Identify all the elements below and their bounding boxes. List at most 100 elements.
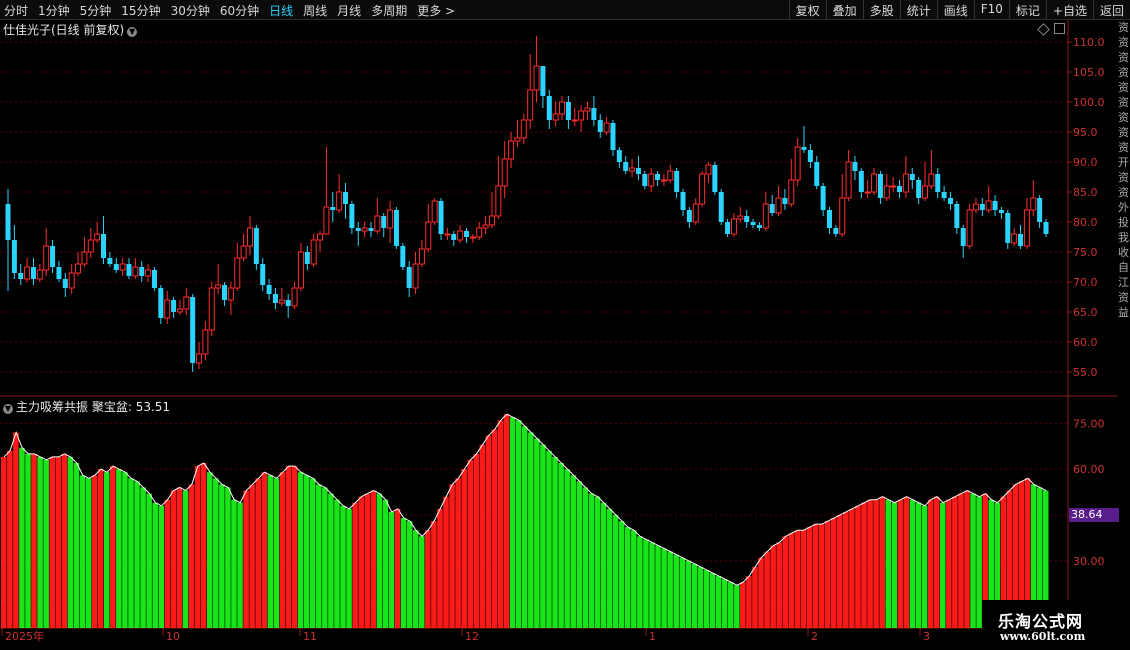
indicator-bar bbox=[522, 426, 528, 628]
candle-body bbox=[438, 201, 444, 234]
toolbar-button-7[interactable]: +自选 bbox=[1045, 0, 1093, 19]
indicator-bar bbox=[891, 502, 898, 628]
indicator-bar bbox=[667, 551, 673, 628]
kline-chart[interactable]: 110.0 105.0 100.0 95.0 90.0 85.0 80.0 75.0 70.0 6… bbox=[0, 20, 1118, 650]
candle-body bbox=[246, 227, 253, 247]
candle-body bbox=[546, 96, 552, 120]
period-tab-1[interactable]: 1分钟 bbox=[38, 2, 70, 19]
toolbar-button-4[interactable]: 画线 bbox=[936, 0, 974, 19]
indicator-bar bbox=[267, 475, 274, 628]
candle-body bbox=[330, 207, 336, 210]
candle-body bbox=[686, 210, 692, 222]
indicator-bar bbox=[322, 487, 328, 628]
candle-body bbox=[476, 227, 483, 238]
indicator-bar bbox=[485, 435, 492, 628]
indicator-bar bbox=[788, 533, 795, 628]
indicator-bar bbox=[206, 472, 213, 628]
candle-body bbox=[833, 228, 839, 234]
right-side-panel[interactable]: 资资资资资资资资资开资资外投我收自江资益 bbox=[1118, 20, 1130, 628]
indicator-bar bbox=[770, 545, 776, 628]
candle-body bbox=[190, 297, 196, 363]
indicator-bar bbox=[740, 582, 746, 628]
candle-body bbox=[285, 300, 291, 306]
indicator-bar bbox=[182, 490, 189, 628]
candle-body bbox=[839, 197, 846, 235]
toolbar-button-1[interactable]: 叠加 bbox=[825, 0, 863, 19]
candle-body bbox=[222, 285, 228, 300]
period-tab-5[interactable]: 60分钟 bbox=[220, 2, 259, 19]
period-tab-2[interactable]: 5分钟 bbox=[80, 2, 112, 19]
toolbar-button-3[interactable]: 统计 bbox=[899, 0, 937, 19]
indicator-bar bbox=[655, 545, 661, 628]
indicator-bar bbox=[867, 499, 873, 628]
candle-body bbox=[597, 120, 603, 132]
indicator-bar bbox=[461, 469, 467, 628]
indicator-bar bbox=[552, 456, 558, 628]
candle-body bbox=[278, 299, 285, 304]
indicator-bar bbox=[606, 508, 613, 628]
indicator-bar bbox=[412, 530, 419, 628]
indicator-bar bbox=[885, 499, 891, 628]
period-tabs: 分时 1分钟 5分钟 15分钟 30分钟 60分钟 日线 周线 月线 多周期 更多 > bbox=[4, 2, 455, 19]
indicator-bar bbox=[800, 530, 807, 628]
candle-body bbox=[87, 239, 94, 253]
indicator-bar bbox=[243, 490, 249, 628]
candle-body bbox=[801, 147, 807, 150]
indicator-bar bbox=[509, 417, 516, 628]
toolbar-button-6[interactable]: 标记 bbox=[1008, 0, 1046, 19]
indicator-bar bbox=[824, 521, 831, 628]
indicator-bar bbox=[849, 508, 855, 628]
period-tab-6[interactable]: 日线 bbox=[269, 2, 293, 19]
period-tab-3[interactable]: 15分钟 bbox=[121, 2, 160, 19]
indicator-bar bbox=[316, 484, 322, 628]
indicator-bar bbox=[297, 472, 304, 628]
indicator-bar bbox=[85, 478, 92, 628]
candle-body bbox=[909, 174, 915, 180]
candle-body bbox=[266, 285, 272, 294]
candle-body bbox=[336, 191, 343, 211]
candle-body bbox=[202, 329, 209, 355]
indicator-bar bbox=[340, 505, 346, 628]
period-tab-10[interactable]: 更多 > bbox=[417, 2, 455, 19]
date-label: 1 bbox=[649, 630, 656, 643]
indicator-bar bbox=[425, 530, 431, 628]
indicator-bar bbox=[19, 447, 25, 628]
candle-body bbox=[1023, 209, 1030, 247]
indicator-bar bbox=[679, 557, 686, 628]
indicator-bar bbox=[534, 438, 540, 628]
period-tab-0[interactable]: 分时 bbox=[4, 2, 28, 19]
candle-body bbox=[890, 185, 897, 188]
indicator-bar bbox=[528, 432, 534, 628]
toolbar-button-2[interactable]: 多股 bbox=[862, 0, 900, 19]
candle-body bbox=[412, 263, 419, 289]
candle-body bbox=[1005, 213, 1011, 243]
price-axis-label: 85.0 bbox=[1073, 186, 1098, 199]
candle-body bbox=[916, 180, 922, 198]
indicator-bar bbox=[200, 463, 207, 628]
candle-body bbox=[578, 110, 585, 121]
candle-body bbox=[629, 167, 636, 172]
candle-body bbox=[464, 231, 470, 237]
candle-body bbox=[571, 119, 578, 122]
indicator-bar bbox=[631, 530, 637, 628]
toolbar-button-8[interactable]: 返回 bbox=[1092, 0, 1130, 19]
indicator-bar bbox=[213, 478, 219, 628]
candle-body bbox=[113, 264, 119, 270]
toolbar-button-0[interactable]: 复权 bbox=[788, 0, 826, 19]
period-tab-9[interactable]: 多周期 bbox=[371, 2, 407, 19]
candle-body bbox=[814, 162, 820, 186]
candle-body bbox=[240, 245, 247, 259]
period-tab-7[interactable]: 周线 bbox=[303, 2, 327, 19]
candle-body bbox=[68, 272, 75, 289]
candle-body bbox=[1011, 233, 1018, 244]
candle-body bbox=[954, 204, 960, 228]
candle-body bbox=[425, 221, 432, 250]
indicator-bar bbox=[843, 511, 849, 628]
toolbar-button-5[interactable]: F10 bbox=[973, 0, 1009, 19]
period-tab-4[interactable]: 30分钟 bbox=[171, 2, 210, 19]
indicator-bar bbox=[806, 527, 813, 628]
candle-body bbox=[30, 267, 36, 279]
candle-body bbox=[139, 267, 145, 276]
indicator-bar bbox=[764, 551, 770, 628]
period-tab-8[interactable]: 月线 bbox=[337, 2, 361, 19]
